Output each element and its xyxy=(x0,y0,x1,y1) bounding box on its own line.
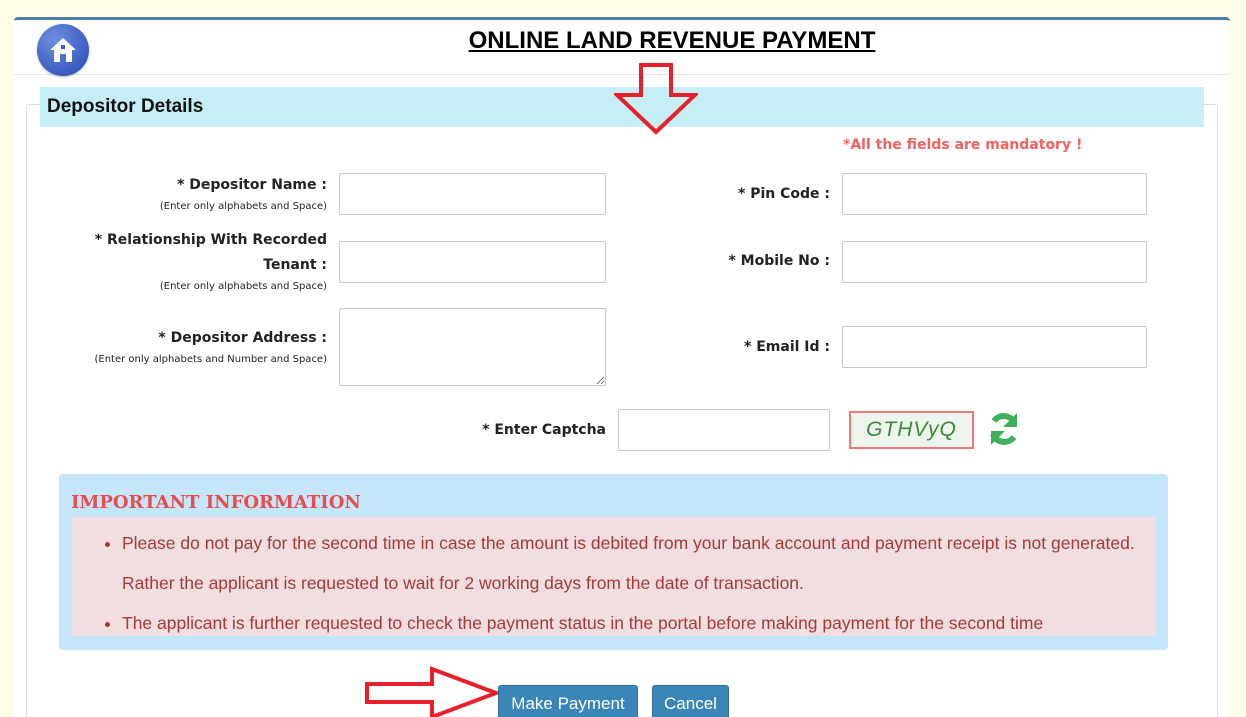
arrow-down-icon xyxy=(614,63,698,135)
form-card: ONLINE LAND REVENUE PAYMENT Depositor De… xyxy=(14,17,1230,717)
captcha-label: * Enter Captcha xyxy=(482,422,606,438)
info-title: IMPORTANT INFORMATION xyxy=(71,492,361,513)
relationship-hint: (Enter only alphabets and Space) xyxy=(159,281,327,292)
captcha-image: GTHVyQ xyxy=(849,411,974,449)
email-id-label: * Email Id : xyxy=(744,339,830,355)
depositor-name-hint: (Enter only alphabets and Space) xyxy=(159,201,327,212)
arrow-right-icon xyxy=(365,666,500,717)
depositor-address-hint: (Enter only alphabets and Number and Spa… xyxy=(94,354,328,365)
mobile-no-input[interactable] xyxy=(842,241,1147,283)
page-title: ONLINE LAND REVENUE PAYMENT xyxy=(468,27,876,54)
cancel-button[interactable]: Cancel xyxy=(652,685,729,717)
refresh-icon[interactable] xyxy=(986,410,1022,448)
depositor-name-label: * Depositor Name : xyxy=(177,177,327,193)
depositor-address-label: * Depositor Address : xyxy=(158,330,327,346)
depositor-address-textarea[interactable] xyxy=(339,308,606,386)
depositor-name-input[interactable] xyxy=(339,173,606,215)
mobile-no-label: * Mobile No : xyxy=(728,253,830,269)
make-payment-button[interactable]: Make Payment xyxy=(498,685,638,717)
info-item: Please do not pay for the second time in… xyxy=(122,523,1136,603)
relationship-input[interactable] xyxy=(339,241,606,283)
pin-code-input[interactable] xyxy=(842,173,1147,215)
pin-code-label: * Pin Code : xyxy=(738,186,830,202)
important-info-box: IMPORTANT INFORMATION Please do not pay … xyxy=(59,474,1168,650)
captcha-input[interactable] xyxy=(618,409,830,451)
relationship-label-line1: * Relationship With Recorded xyxy=(94,232,327,248)
mandatory-note: *All the fields are mandatory ! xyxy=(843,137,1083,153)
relationship-label-line2: Tenant : xyxy=(263,257,327,273)
email-id-input[interactable] xyxy=(842,326,1147,368)
info-item: The applicant is further requested to ch… xyxy=(122,603,1136,643)
info-list: Please do not pay for the second time in… xyxy=(72,517,1156,636)
